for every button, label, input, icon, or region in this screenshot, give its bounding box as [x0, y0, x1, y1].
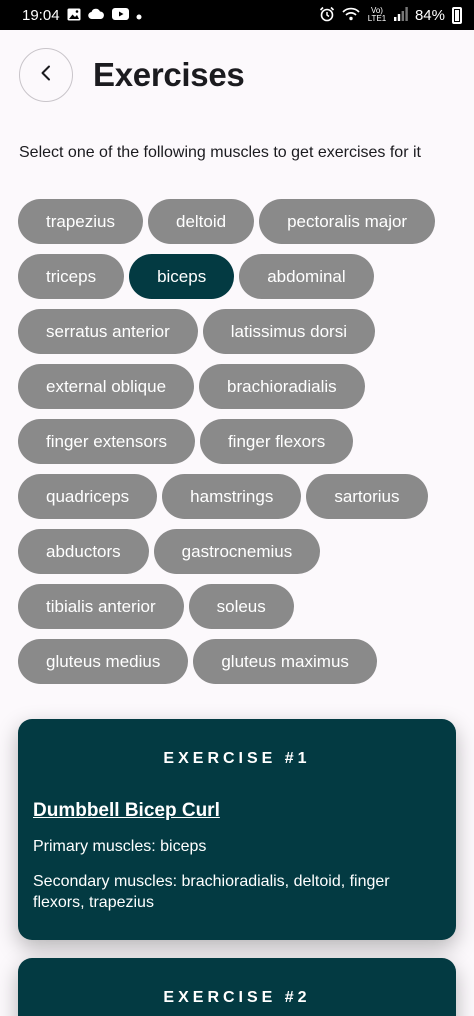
- muscle-chip-triceps[interactable]: triceps: [18, 254, 125, 299]
- gallery-icon: [67, 8, 81, 23]
- youtube-icon: [111, 8, 129, 22]
- muscle-chip-serratus-anterior[interactable]: serratus anterior: [18, 309, 198, 354]
- page-title: Exercises: [93, 56, 245, 93]
- exercise-card-heading: EXERCISE #1: [163, 750, 311, 767]
- status-bar: 19:04 Vo) LTE1 84%: [0, 0, 474, 30]
- app-header: Exercises: [0, 30, 474, 120]
- exercise-card-1: EXERCISE #1 Dumbbell Bicep Curl Primary …: [18, 719, 456, 940]
- exercise-name-link[interactable]: Dumbbell Bicep Curl: [33, 800, 220, 822]
- muscle-chip-tibialis-anterior[interactable]: tibialis anterior: [18, 584, 184, 629]
- alarm-icon: [319, 6, 335, 24]
- muscle-chip-biceps[interactable]: biceps: [129, 254, 235, 299]
- muscle-chip-quadriceps[interactable]: quadriceps: [18, 474, 158, 519]
- exercise-card-2: EXERCISE #2: [18, 958, 456, 1016]
- muscle-chip-deltoid[interactable]: deltoid: [147, 199, 255, 244]
- muscle-chip-gluteus-medius[interactable]: gluteus medius: [18, 639, 189, 684]
- secondary-muscles: Secondary muscles: brachioradialis, delt…: [33, 873, 390, 911]
- exercise-card-heading: EXERCISE #2: [163, 989, 311, 1006]
- status-left: 19:04: [22, 7, 142, 24]
- signal-icon: [393, 7, 408, 23]
- muscle-chip-latissimus-dorsi[interactable]: latissimus dorsi: [202, 309, 375, 354]
- muscle-chip-hamstrings[interactable]: hamstrings: [162, 474, 302, 519]
- muscle-chip-finger-flexors[interactable]: finger flexors: [199, 419, 354, 464]
- dot-icon: [136, 8, 142, 22]
- cloud-icon: [87, 8, 105, 22]
- muscle-chip-group: trapezius deltoid pectoralis major triceps b…: [18, 199, 458, 684]
- status-time: 19:04: [22, 6, 60, 24]
- muscle-chip-soleus[interactable]: soleus: [188, 584, 294, 629]
- wifi-icon: [342, 7, 360, 23]
- muscle-chip-gastrocnemius[interactable]: gastrocnemius: [153, 529, 321, 574]
- muscle-chip-trapezius[interactable]: trapezius: [18, 199, 143, 244]
- battery-level: 84%: [414, 6, 445, 24]
- volte-icon: Vo) LTE1: [367, 6, 387, 23]
- status-right: Vo) LTE1 84%: [319, 6, 462, 24]
- muscle-chip-brachioradialis[interactable]: brachioradialis: [199, 364, 365, 409]
- muscle-chip-abdominal[interactable]: abdominal: [239, 254, 374, 299]
- muscle-chip-abductors[interactable]: abductors: [18, 529, 149, 574]
- primary-muscles: Primary muscles: biceps: [33, 838, 207, 855]
- muscle-chip-external-oblique[interactable]: external oblique: [18, 364, 195, 409]
- battery-icon: [452, 6, 462, 24]
- muscle-chip-sartorius[interactable]: sartorius: [306, 474, 428, 519]
- muscle-chip-finger-extensors[interactable]: finger extensors: [18, 419, 195, 464]
- muscle-chip-gluteus-maximus[interactable]: gluteus maximus: [193, 639, 377, 684]
- muscle-chip-pectoralis-major[interactable]: pectoralis major: [259, 199, 436, 244]
- instruction-text: Select one of the following muscles to g…: [19, 144, 421, 161]
- back-button[interactable]: [19, 48, 73, 102]
- chevron-left-icon: [39, 65, 53, 86]
